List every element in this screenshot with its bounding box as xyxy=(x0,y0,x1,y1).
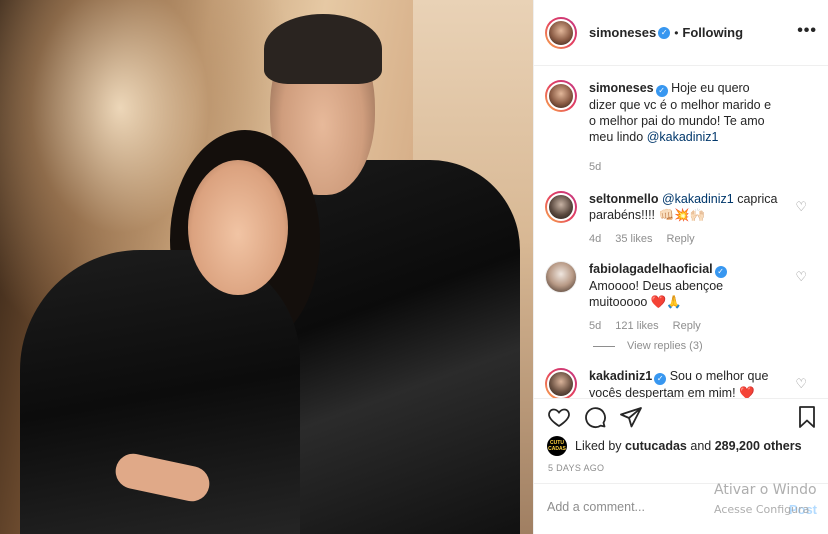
watermark-line1: Ativar o Windo xyxy=(714,482,817,498)
caption-meta: 5d xyxy=(589,159,779,175)
first-liker[interactable]: cutucadas xyxy=(625,439,687,453)
author-username[interactable]: simoneses xyxy=(589,25,656,40)
watermark-line2: Acesse Configura xyxy=(714,503,810,516)
verified-icon: ✓ xyxy=(714,266,727,278)
comment-likes[interactable]: 121 likes xyxy=(615,318,658,334)
reply-button[interactable]: Reply xyxy=(673,318,701,334)
comment-meta: 5d 121 likes Reply xyxy=(589,318,779,334)
post-side-panel: simoneses ✓ • Following ••• simoneses ✓ H… xyxy=(533,0,828,534)
likes-and: and xyxy=(690,439,712,453)
comment-item: fabiolagadelhaoficial ✓ Amoooo! Deus aben… xyxy=(545,261,813,334)
comments-list[interactable]: simoneses ✓ Hoje eu quero dizer que vc é … xyxy=(534,66,828,398)
comment-username[interactable]: fabiolagadelhaoficial xyxy=(589,262,713,276)
like-heart-icon[interactable] xyxy=(546,405,572,429)
share-paper-plane-icon[interactable] xyxy=(619,405,643,429)
verified-icon: ✓ xyxy=(658,26,671,39)
comment-item: kakadiniz1 ✓ Sou o melhor que vocês despe… xyxy=(545,368,813,398)
caption: simoneses ✓ Hoje eu quero dizer que vc é … xyxy=(545,80,813,175)
caption-avatar[interactable] xyxy=(545,80,577,112)
more-options-icon[interactable]: ••• xyxy=(797,22,817,40)
replies-divider xyxy=(593,345,615,347)
comment-age[interactable]: 5d xyxy=(589,318,601,334)
comment-likes[interactable]: 35 likes xyxy=(615,231,652,247)
view-replies-label[interactable]: View replies (3) xyxy=(627,340,703,352)
reply-button[interactable]: Reply xyxy=(667,231,695,247)
verified-icon: ✓ xyxy=(654,373,667,385)
comment-like-heart-icon[interactable]: ♡ xyxy=(795,269,807,285)
comment-bubble-icon[interactable] xyxy=(583,405,607,429)
comment-meta: 4d 35 likes Reply xyxy=(589,231,779,247)
comment-mention[interactable]: @kakadiniz1 xyxy=(662,192,734,206)
commenter-avatar[interactable] xyxy=(545,261,577,293)
comment-like-heart-icon[interactable]: ♡ xyxy=(795,376,807,392)
save-bookmark-icon[interactable] xyxy=(797,405,817,429)
likes-others[interactable]: 289,200 others xyxy=(715,439,802,453)
separator-dot: • xyxy=(674,25,679,40)
action-bar xyxy=(534,398,828,434)
likes-summary: CUTU CADAS Liked by cutucadas and 289,20… xyxy=(547,436,802,456)
comment-username[interactable]: seltonmello xyxy=(589,192,658,206)
comment-item: seltonmello @kakadiniz1 caprica parabéns… xyxy=(545,191,813,247)
verified-icon: ✓ xyxy=(655,85,668,97)
following-button[interactable]: Following xyxy=(682,25,743,40)
comment-like-heart-icon[interactable]: ♡ xyxy=(795,199,807,215)
comment-text: Amoooo! Deus abençoe muitooooo ❤️🙏 xyxy=(589,279,724,309)
liker-avatar-text: CUTU CADAS xyxy=(548,440,566,452)
caption-username[interactable]: simoneses xyxy=(589,81,654,95)
caption-mention[interactable]: @kakadiniz1 xyxy=(647,130,719,144)
caption-age[interactable]: 5d xyxy=(589,159,601,175)
post-time-ago[interactable]: 5 DAYS AGO xyxy=(548,463,604,473)
author-avatar[interactable] xyxy=(545,16,577,49)
windows-activation-watermark: Ativar o Windo Acesse Configura xyxy=(714,481,817,519)
comment-age[interactable]: 4d xyxy=(589,231,601,247)
post-photo[interactable] xyxy=(0,0,533,534)
likes-prefix: Liked by xyxy=(575,439,622,453)
liker-avatar[interactable]: CUTU CADAS xyxy=(547,436,567,456)
commenter-avatar[interactable] xyxy=(545,368,577,398)
photo-woman xyxy=(20,130,320,534)
comment-username[interactable]: kakadiniz1 xyxy=(589,369,652,383)
post-header: simoneses ✓ • Following ••• xyxy=(534,0,828,66)
view-replies-button[interactable]: View replies (3) xyxy=(593,340,813,352)
commenter-avatar[interactable] xyxy=(545,191,577,223)
